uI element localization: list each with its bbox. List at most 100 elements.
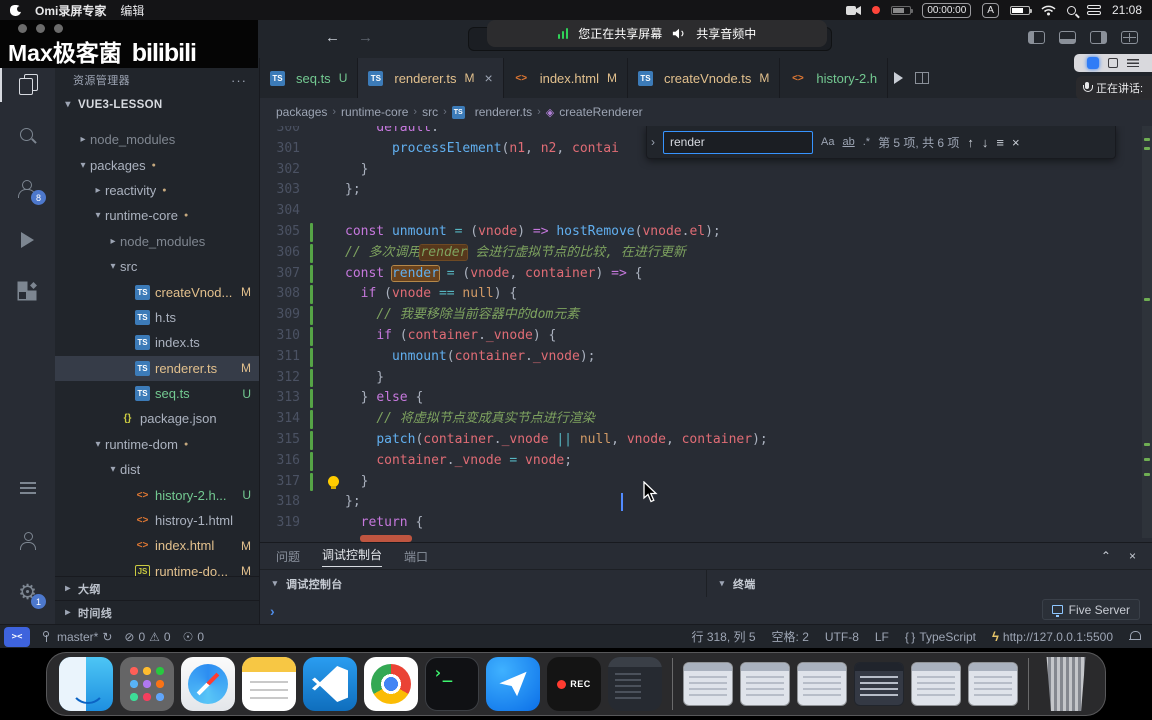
tab-history-2.h[interactable]: <> history-2.h — [780, 58, 889, 98]
recording-timer[interactable]: 00:00:00 — [922, 2, 972, 18]
tab-seq.ts[interactable]: TS seq.ts U — [260, 58, 359, 98]
nav-forward-icon[interactable]: → — [358, 29, 373, 46]
toggle-replace-icon[interactable]: › — [651, 135, 655, 149]
close-find-icon[interactable]: × — [1012, 135, 1020, 150]
breadcrumb-src[interactable]: src — [422, 105, 438, 119]
dock-window-thumbnail[interactable] — [683, 662, 733, 706]
notifications-bell-icon[interactable] — [1129, 631, 1141, 642]
accounts-view-icon[interactable]: 8 — [0, 162, 55, 214]
tree-item-h.ts[interactable]: TS h.ts — [55, 305, 259, 330]
find-in-selection-icon[interactable]: ≡ — [996, 135, 1004, 150]
tab-index.html[interactable]: <> index.html M — [503, 58, 628, 98]
language-mode-status[interactable]: { } TypeScript — [905, 630, 976, 644]
dock-window-thumbnail[interactable] — [911, 662, 961, 706]
timeline-section[interactable]: ▸ 时间线 — [55, 600, 259, 624]
terminal-section[interactable]: ▾ 终端 — [706, 570, 1152, 597]
dock-safari-icon[interactable] — [181, 657, 235, 711]
dock-window-thumbnail[interactable] — [740, 662, 790, 706]
live-server-status[interactable]: ϟ http://127.0.0.1:5500 — [992, 629, 1113, 644]
whole-word-icon[interactable]: ab — [842, 136, 854, 148]
settings-gear-icon[interactable]: ⚙ 1 — [0, 566, 55, 618]
dock-terminal-icon[interactable]: ›_ — [425, 657, 479, 711]
tree-item-src[interactable]: ▾ src — [55, 254, 259, 279]
tree-item-node_modules[interactable]: ▸ node_modules — [55, 229, 259, 254]
outline-section[interactable]: ▸ 大纲 — [55, 576, 259, 600]
search-view-icon[interactable] — [0, 110, 55, 162]
menu-edit[interactable]: 编辑 — [120, 2, 144, 19]
recorder-toolbar[interactable] — [1074, 54, 1152, 72]
git-branch-status[interactable]: master* ↻ — [42, 630, 112, 644]
problems-status[interactable]: ⊘ 0 ⚠ 0 — [124, 630, 170, 644]
run-file-icon[interactable] — [894, 72, 904, 84]
wifi-icon[interactable] — [1041, 5, 1056, 16]
battery-icon[interactable] — [1009, 5, 1032, 15]
toggle-secondary-sidebar-icon[interactable] — [1090, 31, 1107, 44]
find-input[interactable] — [663, 130, 813, 154]
next-match-icon[interactable]: ↓ — [982, 135, 989, 150]
editor-scrollbar[interactable] — [1142, 126, 1152, 538]
explorer-more-actions-icon[interactable]: ··· — [231, 73, 247, 88]
match-case-icon[interactable]: Aa — [821, 136, 834, 148]
dock-window-thumbnail[interactable] — [797, 662, 847, 706]
previous-match-icon[interactable]: ↑ — [967, 135, 974, 150]
tab-createVnode.ts[interactable]: TS createVnode.ts M — [627, 58, 781, 98]
tree-item-runtime-do...[interactable]: JS runtime-do... M — [55, 559, 259, 576]
panel-close-icon[interactable]: × — [1129, 549, 1136, 563]
panel-tab-problems[interactable]: 问题 — [276, 548, 300, 565]
panel-maximize-icon[interactable]: ⌃ — [1101, 549, 1111, 563]
account-icon[interactable] — [0, 514, 55, 566]
debug-console-prompt[interactable]: › — [270, 603, 275, 619]
dock-screen-recorder-icon[interactable]: REC — [547, 657, 601, 711]
run-debug-view-icon[interactable] — [0, 214, 55, 266]
dock-dingtalk-icon[interactable] — [486, 657, 540, 711]
regex-icon[interactable]: .* — [863, 136, 870, 148]
workspace-root-folder[interactable]: ▾ VUE3-LESSON — [55, 92, 259, 117]
dock-launchpad-icon[interactable] — [120, 657, 174, 711]
close-tab-icon[interactable]: × — [485, 70, 493, 86]
camera-icon[interactable] — [846, 5, 862, 16]
dock-notes-icon[interactable] — [242, 657, 296, 711]
tab-renderer.ts[interactable]: TS renderer.ts M × — [358, 58, 504, 98]
outline-list-icon[interactable] — [0, 462, 55, 514]
spotlight-search-icon[interactable] — [1066, 5, 1076, 15]
tree-item-dist[interactable]: ▾ dist — [55, 457, 259, 482]
toggle-sidebar-icon[interactable] — [1028, 31, 1045, 44]
debug-console-section[interactable]: ▾ 调试控制台 — [260, 570, 706, 597]
control-center-icon[interactable] — [1086, 5, 1101, 15]
breadcrumb-symbol[interactable]: createRenderer — [559, 105, 642, 119]
apple-menu-icon[interactable] — [10, 4, 23, 16]
tree-item-history-2.h...[interactable]: <> history-2.h... U — [55, 482, 259, 507]
tree-item-runtime-dom[interactable]: ▾ runtime-dom ● — [55, 432, 259, 457]
tree-item-reactivity[interactable]: ▸ reactivity ● — [55, 178, 259, 203]
cursor-position-status[interactable]: 行 318, 列 5 — [691, 628, 755, 645]
tree-item-packages[interactable]: ▾ packages ● — [55, 152, 259, 177]
dock-chrome-icon[interactable] — [364, 657, 418, 711]
extensions-view-icon[interactable] — [0, 266, 55, 318]
stop-icon[interactable] — [1108, 58, 1118, 68]
dock-window-thumbnail[interactable] — [968, 662, 1018, 706]
input-source-indicator[interactable]: A — [982, 2, 999, 18]
toggle-panel-icon[interactable] — [1059, 31, 1076, 44]
tree-item-histroy-1.html[interactable]: <> histroy-1.html — [55, 508, 259, 533]
code-editor[interactable]: 300 default: 301 processElement(n1, n2, c… — [260, 126, 1152, 542]
tree-item-node_modules[interactable]: ▸ node_modules — [55, 127, 259, 152]
dock-vscode-icon[interactable] — [303, 657, 357, 711]
tree-item-createVnod...[interactable]: TS createVnod... M — [55, 279, 259, 304]
customize-layout-icon[interactable] — [1121, 31, 1138, 44]
five-server-button[interactable]: Five Server — [1041, 599, 1140, 620]
panel-tab-ports[interactable]: 端口 — [404, 548, 428, 565]
remote-indicator[interactable]: >< — [4, 626, 30, 647]
lightbulb-icon[interactable] — [328, 476, 339, 489]
panel-tab-debug-console[interactable]: 调试控制台 — [322, 546, 383, 567]
nav-back-icon[interactable]: ← — [325, 29, 340, 46]
dock-code-window-icon[interactable] — [608, 657, 662, 711]
breadcrumb-packages[interactable]: packages — [276, 105, 327, 119]
tree-item-runtime-core[interactable]: ▾ runtime-core ● — [55, 203, 259, 228]
tree-item-package.json[interactable]: {} package.json — [55, 406, 259, 431]
split-editor-icon[interactable] — [915, 72, 930, 84]
dock-trash-icon[interactable] — [1046, 657, 1086, 711]
dock-window-thumbnail[interactable] — [854, 662, 904, 706]
tree-item-seq.ts[interactable]: TS seq.ts U — [55, 381, 259, 406]
encoding-status[interactable]: UTF-8 — [825, 630, 859, 644]
menu-lines-icon[interactable] — [1127, 59, 1139, 67]
